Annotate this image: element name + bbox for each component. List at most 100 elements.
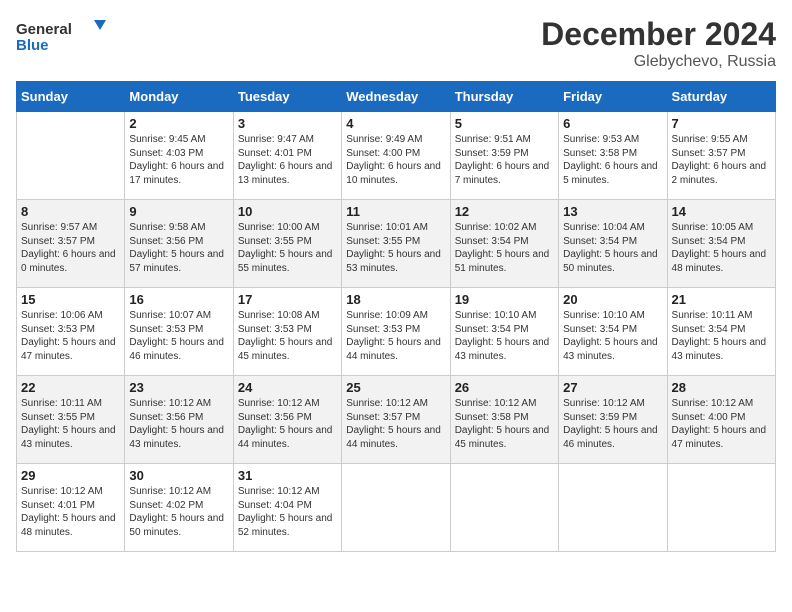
sunrise-text: Sunrise: 10:12 AMSunset: 3:56 PMDaylight… xyxy=(129,398,224,450)
day-number: 10 xyxy=(238,204,337,219)
day-number: 17 xyxy=(238,292,337,307)
dow-header-monday: Monday xyxy=(125,82,233,112)
day-cell: 21 Sunrise: 10:11 AMSunset: 3:54 PMDayli… xyxy=(667,288,775,376)
dow-header-tuesday: Tuesday xyxy=(233,82,341,112)
day-cell: 28 Sunrise: 10:12 AMSunset: 4:00 PMDayli… xyxy=(667,376,775,464)
day-number: 3 xyxy=(238,116,337,131)
day-number: 21 xyxy=(672,292,771,307)
day-number: 13 xyxy=(563,204,662,219)
day-number: 7 xyxy=(672,116,771,131)
day-number: 18 xyxy=(346,292,445,307)
location: Glebychevo, Russia xyxy=(541,53,776,71)
sunrise-text: Sunrise: 10:07 AMSunset: 3:53 PMDaylight… xyxy=(129,310,224,362)
day-number: 15 xyxy=(21,292,120,307)
day-number: 26 xyxy=(455,380,554,395)
day-number: 14 xyxy=(672,204,771,219)
day-cell xyxy=(342,464,450,552)
day-number: 28 xyxy=(672,380,771,395)
svg-text:General: General xyxy=(16,21,72,38)
day-cell: 19 Sunrise: 10:10 AMSunset: 3:54 PMDayli… xyxy=(450,288,558,376)
day-cell: 29 Sunrise: 10:12 AMSunset: 4:01 PMDayli… xyxy=(17,464,125,552)
sunrise-text: Sunrise: 9:53 AMSunset: 3:58 PMDaylight:… xyxy=(563,134,658,186)
day-number: 30 xyxy=(129,468,228,483)
day-number: 22 xyxy=(21,380,120,395)
sunrise-text: Sunrise: 10:08 AMSunset: 3:53 PMDaylight… xyxy=(238,310,333,362)
day-number: 27 xyxy=(563,380,662,395)
sunrise-text: Sunrise: 10:12 AMSunset: 3:58 PMDaylight… xyxy=(455,398,550,450)
sunrise-text: Sunrise: 10:05 AMSunset: 3:54 PMDaylight… xyxy=(672,222,767,274)
logo: General Blue xyxy=(16,16,106,56)
day-cell: 31 Sunrise: 10:12 AMSunset: 4:04 PMDayli… xyxy=(233,464,341,552)
week-row-5: 29 Sunrise: 10:12 AMSunset: 4:01 PMDayli… xyxy=(17,464,776,552)
day-number: 6 xyxy=(563,116,662,131)
day-number: 29 xyxy=(21,468,120,483)
day-number: 2 xyxy=(129,116,228,131)
dow-header-friday: Friday xyxy=(559,82,667,112)
sunrise-text: Sunrise: 10:02 AMSunset: 3:54 PMDaylight… xyxy=(455,222,550,274)
dow-header-sunday: Sunday xyxy=(17,82,125,112)
day-cell xyxy=(559,464,667,552)
sunrise-text: Sunrise: 10:09 AMSunset: 3:53 PMDaylight… xyxy=(346,310,441,362)
day-number: 25 xyxy=(346,380,445,395)
sunrise-text: Sunrise: 10:06 AMSunset: 3:53 PMDaylight… xyxy=(21,310,116,362)
page-container: General Blue December 2024 Glebychevo, R… xyxy=(16,16,776,552)
day-number: 24 xyxy=(238,380,337,395)
day-cell xyxy=(667,464,775,552)
logo-svg: General Blue xyxy=(16,16,106,56)
day-number: 19 xyxy=(455,292,554,307)
sunrise-text: Sunrise: 10:12 AMSunset: 4:02 PMDaylight… xyxy=(129,486,224,538)
month-title: December 2024 xyxy=(541,16,776,53)
day-cell: 26 Sunrise: 10:12 AMSunset: 3:58 PMDayli… xyxy=(450,376,558,464)
week-row-3: 15 Sunrise: 10:06 AMSunset: 3:53 PMDayli… xyxy=(17,288,776,376)
day-cell: 22 Sunrise: 10:11 AMSunset: 3:55 PMDayli… xyxy=(17,376,125,464)
dow-header-wednesday: Wednesday xyxy=(342,82,450,112)
day-cell: 14 Sunrise: 10:05 AMSunset: 3:54 PMDayli… xyxy=(667,200,775,288)
day-number: 20 xyxy=(563,292,662,307)
day-number: 16 xyxy=(129,292,228,307)
day-cell: 17 Sunrise: 10:08 AMSunset: 3:53 PMDayli… xyxy=(233,288,341,376)
day-cell: 5 Sunrise: 9:51 AMSunset: 3:59 PMDayligh… xyxy=(450,112,558,200)
sunrise-text: Sunrise: 9:45 AMSunset: 4:03 PMDaylight:… xyxy=(129,134,224,186)
sunrise-text: Sunrise: 10:12 AMSunset: 4:04 PMDaylight… xyxy=(238,486,333,538)
sunrise-text: Sunrise: 10:04 AMSunset: 3:54 PMDaylight… xyxy=(563,222,658,274)
day-cell: 13 Sunrise: 10:04 AMSunset: 3:54 PMDayli… xyxy=(559,200,667,288)
sunrise-text: Sunrise: 10:12 AMSunset: 4:01 PMDaylight… xyxy=(21,486,116,538)
sunrise-text: Sunrise: 10:00 AMSunset: 3:55 PMDaylight… xyxy=(238,222,333,274)
sunrise-text: Sunrise: 10:11 AMSunset: 3:54 PMDaylight… xyxy=(672,310,767,362)
day-cell: 15 Sunrise: 10:06 AMSunset: 3:53 PMDayli… xyxy=(17,288,125,376)
sunrise-text: Sunrise: 10:01 AMSunset: 3:55 PMDaylight… xyxy=(346,222,441,274)
day-number: 9 xyxy=(129,204,228,219)
day-cell: 20 Sunrise: 10:10 AMSunset: 3:54 PMDayli… xyxy=(559,288,667,376)
sunrise-text: Sunrise: 10:10 AMSunset: 3:54 PMDaylight… xyxy=(563,310,658,362)
day-number: 31 xyxy=(238,468,337,483)
day-cell xyxy=(17,112,125,200)
week-row-2: 8 Sunrise: 9:57 AMSunset: 3:57 PMDayligh… xyxy=(17,200,776,288)
day-cell: 27 Sunrise: 10:12 AMSunset: 3:59 PMDayli… xyxy=(559,376,667,464)
day-number: 8 xyxy=(21,204,120,219)
sunrise-text: Sunrise: 10:12 AMSunset: 4:00 PMDaylight… xyxy=(672,398,767,450)
dow-header-saturday: Saturday xyxy=(667,82,775,112)
day-cell: 24 Sunrise: 10:12 AMSunset: 3:56 PMDayli… xyxy=(233,376,341,464)
sunrise-text: Sunrise: 10:12 AMSunset: 3:59 PMDaylight… xyxy=(563,398,658,450)
header: General Blue December 2024 Glebychevo, R… xyxy=(16,16,776,71)
day-cell: 12 Sunrise: 10:02 AMSunset: 3:54 PMDayli… xyxy=(450,200,558,288)
sunrise-text: Sunrise: 10:12 AMSunset: 3:56 PMDaylight… xyxy=(238,398,333,450)
week-row-4: 22 Sunrise: 10:11 AMSunset: 3:55 PMDayli… xyxy=(17,376,776,464)
day-cell: 10 Sunrise: 10:00 AMSunset: 3:55 PMDayli… xyxy=(233,200,341,288)
day-number: 11 xyxy=(346,204,445,219)
sunrise-text: Sunrise: 10:11 AMSunset: 3:55 PMDaylight… xyxy=(21,398,116,450)
day-number: 23 xyxy=(129,380,228,395)
sunrise-text: Sunrise: 9:58 AMSunset: 3:56 PMDaylight:… xyxy=(129,222,224,274)
title-block: December 2024 Glebychevo, Russia xyxy=(541,16,776,71)
day-cell: 25 Sunrise: 10:12 AMSunset: 3:57 PMDayli… xyxy=(342,376,450,464)
sunrise-text: Sunrise: 9:49 AMSunset: 4:00 PMDaylight:… xyxy=(346,134,441,186)
sunrise-text: Sunrise: 10:12 AMSunset: 3:57 PMDaylight… xyxy=(346,398,441,450)
calendar-table: SundayMondayTuesdayWednesdayThursdayFrid… xyxy=(16,81,776,552)
day-cell xyxy=(450,464,558,552)
day-cell: 16 Sunrise: 10:07 AMSunset: 3:53 PMDayli… xyxy=(125,288,233,376)
day-cell: 7 Sunrise: 9:55 AMSunset: 3:57 PMDayligh… xyxy=(667,112,775,200)
header-row: SundayMondayTuesdayWednesdayThursdayFrid… xyxy=(17,82,776,112)
day-number: 4 xyxy=(346,116,445,131)
sunrise-text: Sunrise: 9:51 AMSunset: 3:59 PMDaylight:… xyxy=(455,134,550,186)
day-cell: 23 Sunrise: 10:12 AMSunset: 3:56 PMDayli… xyxy=(125,376,233,464)
